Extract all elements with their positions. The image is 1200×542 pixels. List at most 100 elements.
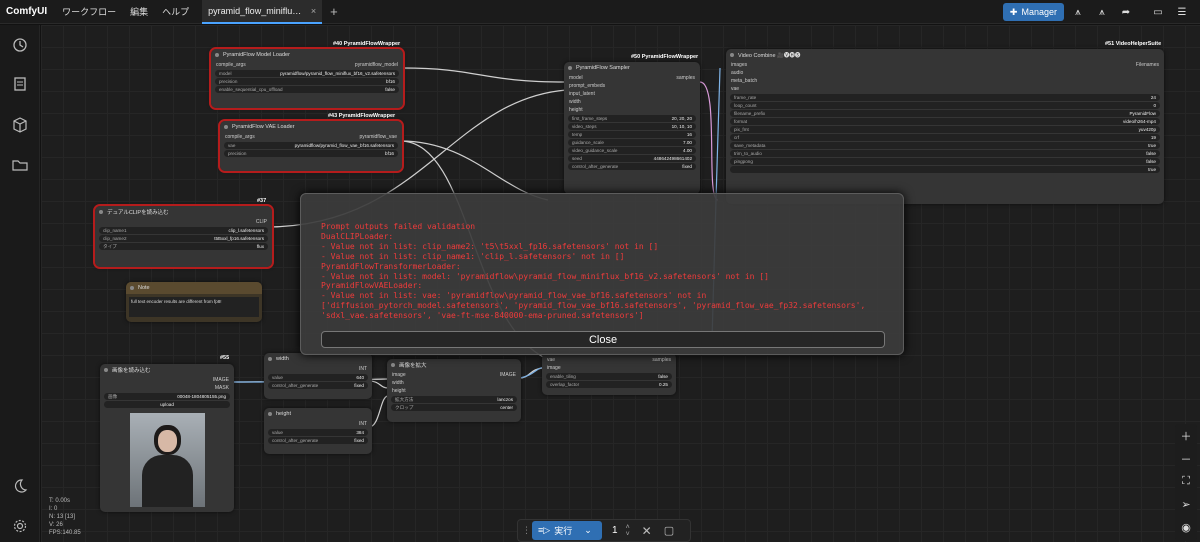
chevron-down-icon[interactable]: ⌄: [584, 525, 592, 536]
input-slot[interactable]: image: [392, 372, 406, 378]
note-text[interactable]: full text encoder results are different …: [129, 297, 259, 317]
input-slot[interactable]: meta_batch: [731, 78, 757, 84]
output-slot[interactable]: pyramidflow_model: [355, 62, 398, 68]
zoom-in-icon[interactable]: ＋: [1175, 424, 1197, 447]
note-node[interactable]: Note full text encoder results are diffe…: [126, 282, 262, 322]
output-slot[interactable]: pyramidflow_vae: [359, 134, 397, 140]
pyramidflow-vae-loader-node[interactable]: PyramidFlow VAE Loader compile_args pyram…: [218, 119, 404, 173]
input-slot[interactable]: compile_args: [216, 62, 246, 68]
dual-clip-loader-node[interactable]: デュアルCLIPを読み込む CLIP clip_name1 clip_l.safe…: [93, 204, 274, 269]
temp-widget[interactable]: temp 16: [568, 131, 696, 138]
collapse-dot[interactable]: [99, 210, 103, 214]
node-title: 画像を読み込む: [112, 368, 151, 374]
close-button[interactable]: Close: [321, 331, 885, 348]
cancel-x-icon[interactable]: ✕: [642, 524, 652, 538]
input-slot[interactable]: input_latent: [569, 91, 595, 97]
output-slot-mask[interactable]: MASK: [215, 385, 229, 391]
filename-prefix-widget[interactable]: filename_prefix PyramidFlow: [730, 110, 1160, 117]
upscale-method-widget[interactable]: 拡大方法 lanczos: [391, 396, 517, 403]
crop-widget[interactable]: クロップ center: [391, 404, 517, 411]
pingpong-toggle[interactable]: pingpong false: [730, 158, 1160, 165]
input-slot[interactable]: compile_args: [225, 134, 255, 140]
node-tag: #50 PyramidFlowWrapper: [631, 54, 699, 60]
input-slot[interactable]: audio: [731, 70, 743, 76]
input-slot[interactable]: width: [392, 380, 404, 386]
output-slot[interactable]: INT: [359, 366, 367, 372]
video-steps-widget[interactable]: video_steps 10, 10, 10: [568, 123, 696, 130]
input-slot[interactable]: model: [569, 75, 583, 81]
load-image-node[interactable]: 画像を読み込む IMAGE MASK 画像 00048-1804805155.pn…: [100, 364, 234, 512]
output-slot[interactable]: IMAGE: [500, 372, 516, 378]
collapse-dot[interactable]: [268, 412, 272, 416]
collapse-dot[interactable]: [215, 53, 219, 57]
image-select-widget[interactable]: 画像 00048-1804805155.png: [104, 393, 230, 400]
input-slot[interactable]: prompt_embeds: [569, 83, 605, 89]
input-slot[interactable]: vae: [547, 357, 555, 363]
input-slot[interactable]: height: [569, 107, 583, 113]
cpu-offload-toggle[interactable]: enable_sequential_cpu_offload false: [215, 86, 399, 93]
output-slot[interactable]: samples: [652, 357, 671, 363]
collapse-dot[interactable]: [568, 66, 572, 70]
enable-tiling-toggle[interactable]: enable_tiling false: [546, 373, 672, 380]
input-slot[interactable]: width: [569, 99, 581, 105]
value-widget[interactable]: value 640: [268, 374, 368, 381]
output-slot[interactable]: samples: [676, 75, 695, 81]
precision-widget[interactable]: precision bf16: [215, 78, 399, 85]
collapse-dot[interactable]: [224, 125, 228, 129]
upload-button[interactable]: upload: [104, 401, 230, 408]
first-frame-steps-widget[interactable]: first_frame_steps 20, 20, 20: [568, 115, 696, 122]
overlap-factor-widget[interactable]: overlap_factor 0.25: [546, 381, 672, 388]
pyramidflow-model-loader-node[interactable]: PyramidFlow Model Loader compile_args pyr…: [209, 47, 405, 110]
save-metadata-toggle[interactable]: save_metadata true: [730, 142, 1160, 149]
toggle-links-eye-icon[interactable]: ◉: [1175, 516, 1197, 539]
value-widget[interactable]: value 384: [268, 429, 368, 436]
collapse-dot[interactable]: [130, 286, 134, 290]
zoom-out-icon[interactable]: －: [1175, 447, 1197, 470]
guidance-scale-widget[interactable]: guidance_scale 7.00: [568, 139, 696, 146]
frame-rate-widget[interactable]: frame_rate 24: [730, 94, 1160, 101]
height-primitive-node[interactable]: height INT value 384 control_after_genera…: [264, 408, 372, 454]
collapse-dot[interactable]: [104, 368, 108, 372]
video-combine-node[interactable]: Video Combine 🎥🅥🅗🅢 images Filenames audio…: [726, 49, 1164, 204]
input-slot[interactable]: vae: [731, 86, 739, 92]
node-tag: #55: [220, 355, 230, 361]
format-widget[interactable]: format video/h264-mp4: [730, 118, 1160, 125]
stop-square-icon[interactable]: ▢: [664, 524, 674, 537]
input-slot[interactable]: image: [547, 365, 561, 371]
control-after-generate-widget[interactable]: control_after_generate fixed: [568, 163, 696, 170]
video-guidance-scale-widget[interactable]: video_guidance_scale 4.00: [568, 147, 696, 154]
select-mode-icon[interactable]: ➢: [1175, 493, 1197, 516]
fit-view-icon[interactable]: ⛶: [1175, 470, 1197, 493]
output-slot-image[interactable]: IMAGE: [213, 377, 229, 383]
output-slot[interactable]: INT: [359, 421, 367, 427]
clip-type-widget[interactable]: タイプ flux: [99, 243, 268, 250]
pix-fmt-widget[interactable]: pix_fmt yuv420p: [730, 126, 1160, 133]
vae-widget[interactable]: vae pyramidflow/pyramid_flow_vae_bf16.saf…: [224, 142, 398, 149]
model-widget[interactable]: model pyramidflow/pyramid_flow_miniflux_b…: [215, 70, 399, 77]
pyramidflow-vae-encode-node[interactable]: vae samples image enable_tiling false over…: [542, 353, 676, 395]
control-after-generate-widget[interactable]: control_after_generate fixed: [268, 437, 368, 444]
collapse-dot[interactable]: [391, 363, 395, 367]
trim-to-audio-toggle[interactable]: trim_to_audio false: [730, 150, 1160, 157]
input-slot[interactable]: height: [392, 388, 406, 394]
collapse-dot[interactable]: [268, 357, 272, 361]
output-slot[interactable]: CLIP: [256, 219, 267, 225]
drag-handle-icon[interactable]: ⋮: [522, 525, 531, 536]
crf-widget[interactable]: crf 19: [730, 134, 1160, 141]
precision-widget[interactable]: precision bf16: [224, 150, 398, 157]
batch-count-input[interactable]: 1: [612, 525, 618, 536]
run-button[interactable]: ≡▷ 実行 ⌄: [532, 521, 602, 540]
width-primitive-node[interactable]: width INT value 640 control_after_generat…: [264, 353, 372, 399]
stepper-arrows-icon[interactable]: ˄ ˅: [626, 524, 630, 538]
image-upscale-node[interactable]: 画像を拡大 image IMAGE width height 拡大方法 lanczo…: [387, 359, 521, 422]
collapse-dot[interactable]: [730, 53, 734, 57]
pyramidflow-sampler-node[interactable]: PyramidFlow Sampler model samples prompt_…: [564, 62, 700, 194]
save-output-toggle[interactable]: true: [730, 166, 1160, 173]
seed-widget[interactable]: seed 448642498661402: [568, 155, 696, 162]
control-after-generate-widget[interactable]: control_after_generate fixed: [268, 382, 368, 389]
clip-name2-widget[interactable]: clip_name2 t5t5xxl_fp16.safetensors: [99, 235, 268, 242]
loop-count-widget[interactable]: loop_count 0: [730, 102, 1160, 109]
output-slot[interactable]: Filenames: [1136, 62, 1159, 68]
clip-name1-widget[interactable]: clip_name1 clip_l.safetensors: [99, 227, 268, 234]
input-slot[interactable]: images: [731, 62, 747, 68]
